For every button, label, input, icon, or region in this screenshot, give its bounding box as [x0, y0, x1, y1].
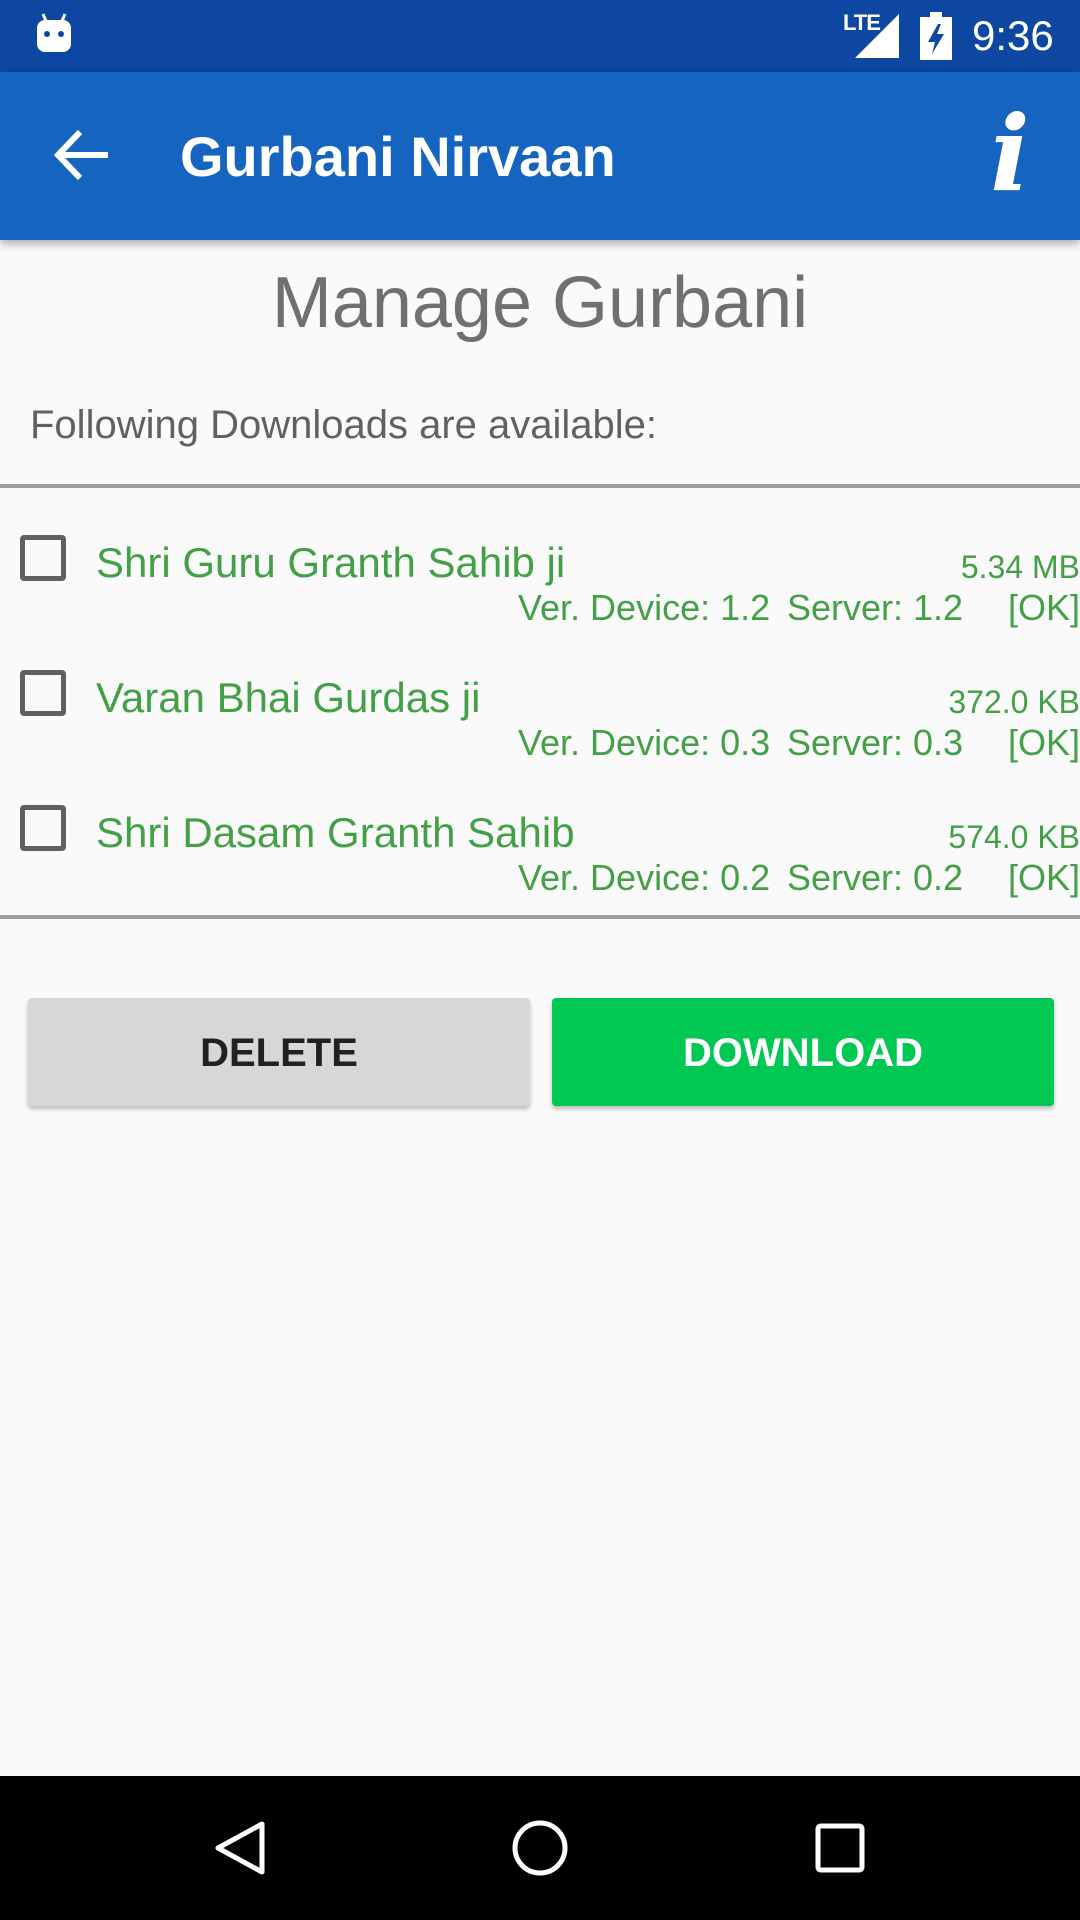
item-status: [OK]	[1007, 722, 1080, 763]
item-size: 372.0 KB	[948, 684, 1080, 720]
item-size: 5.34 MB	[960, 549, 1080, 585]
app-bar: Gurbani Nirvaan i	[0, 72, 1080, 240]
arrow-back-icon[interactable]	[50, 122, 116, 188]
top-divider	[0, 484, 1080, 488]
downloads-subheading: Following Downloads are available:	[30, 403, 658, 447]
list-item-varan-bhai-gurdas[interactable]: Varan Bhai Gurdas ji 372.0 KB Ver. Devic…	[0, 660, 1080, 795]
item-title: Varan Bhai Gurdas ji	[96, 674, 481, 721]
item-status: [OK]	[1007, 857, 1080, 898]
item-device-version: Ver. Device: 0.3	[518, 722, 771, 763]
item-status: [OK]	[1007, 587, 1080, 628]
bottom-divider	[0, 915, 1080, 919]
signal-icon	[855, 14, 899, 58]
checkbox[interactable]	[20, 670, 66, 716]
item-title: Shri Dasam Granth Sahib	[96, 809, 575, 856]
back-triangle-icon[interactable]	[210, 1818, 270, 1878]
info-icon[interactable]: i	[980, 102, 1040, 206]
item-server-version: Server: 0.3	[787, 722, 964, 763]
app-title: Gurbani Nirvaan	[180, 125, 616, 188]
checkbox[interactable]	[20, 805, 66, 851]
download-button[interactable]: DOWNLOAD	[552, 998, 1054, 1106]
recents-square-icon[interactable]	[810, 1818, 870, 1878]
android-notification-icon	[37, 13, 71, 52]
item-device-version: Ver. Device: 0.2	[518, 857, 771, 898]
list-item-dasam-granth[interactable]: Shri Dasam Granth Sahib 574.0 KB Ver. De…	[0, 795, 1080, 930]
clock: 9:36	[972, 12, 1054, 59]
navigation-bar	[0, 1776, 1080, 1920]
page-title: Manage Gurbani	[271, 263, 809, 343]
status-bar: LTE 9:36	[0, 0, 1080, 72]
delete-button[interactable]: DELETE	[28, 998, 530, 1106]
item-server-version: Server: 0.2	[787, 857, 964, 898]
item-size: 574.0 KB	[948, 819, 1080, 855]
battery-charging-icon	[920, 12, 952, 60]
item-title: Shri Guru Granth Sahib ji	[96, 539, 566, 586]
checkbox[interactable]	[20, 535, 66, 581]
download-list: Shri Guru Granth Sahib ji 5.34 MB Ver. D…	[0, 525, 1080, 930]
home-circle-icon[interactable]	[510, 1818, 570, 1878]
item-server-version: Server: 1.2	[787, 587, 964, 628]
list-item-guru-granth[interactable]: Shri Guru Granth Sahib ji 5.34 MB Ver. D…	[0, 525, 1080, 660]
item-device-version: Ver. Device: 1.2	[518, 587, 771, 628]
